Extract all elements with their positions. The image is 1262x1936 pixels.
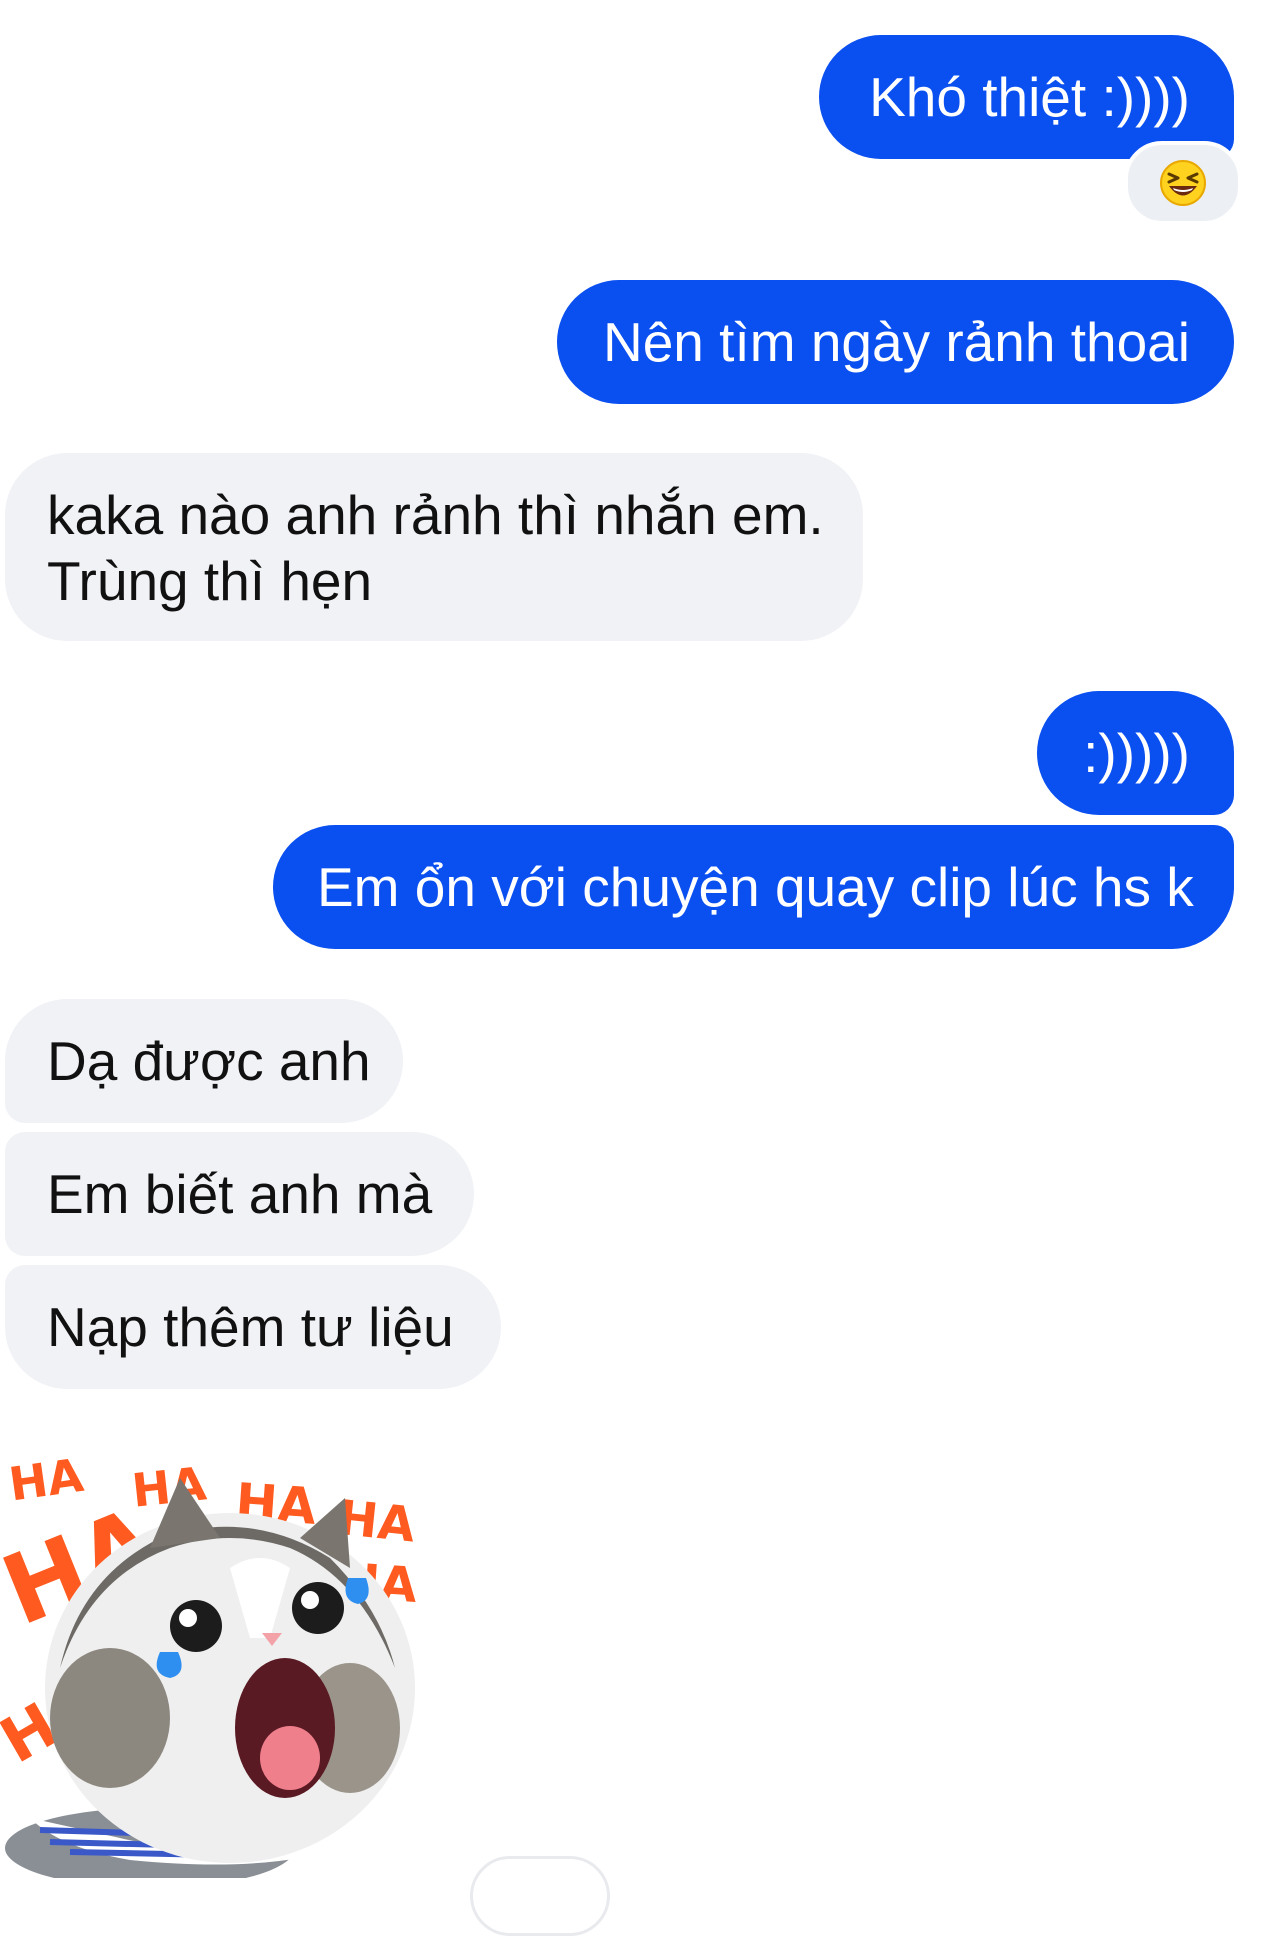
message-text: Dạ được anh [47,1030,371,1092]
message-reaction[interactable] [1124,141,1242,225]
incoming-message-bubble[interactable]: Nạp thêm tư liệu [5,1265,501,1389]
message-text: :))))) [1083,722,1190,784]
incoming-message-bubble[interactable]: Dạ được anh [5,999,403,1123]
message-text-line: kaka nào anh rảnh thì nhắn em. [47,484,824,546]
message-text: Khó thiệt :)))) [869,66,1190,128]
outgoing-message-bubble[interactable]: :))))) [1037,691,1234,815]
incoming-message-bubble[interactable]: kaka nào anh rảnh thì nhắn em. Trùng thì… [5,453,863,641]
message-text: Em biết anh mà [47,1163,433,1225]
message-text: Em ổn với chuyện quay clip lúc hs k [317,856,1194,918]
laughing-cat-sticker-icon[interactable]: HA HA HA HA HA HA HA [0,1438,440,1878]
outgoing-message-bubble[interactable]: Em ổn với chuyện quay clip lúc hs k [273,825,1234,949]
incoming-message-bubble[interactable]: Em biết anh mà [5,1132,474,1256]
outgoing-message-bubble[interactable]: Nên tìm ngày rảnh thoai [557,280,1234,404]
message-text-line: Trùng thì hẹn [47,550,373,612]
message-text: Nên tìm ngày rảnh thoai [602,311,1190,373]
laughing-emoji-icon [1160,160,1206,206]
message-text: Nạp thêm tư liệu [47,1296,454,1358]
sticker-text: HA [6,1448,87,1512]
scroll-indicator [470,1856,610,1936]
